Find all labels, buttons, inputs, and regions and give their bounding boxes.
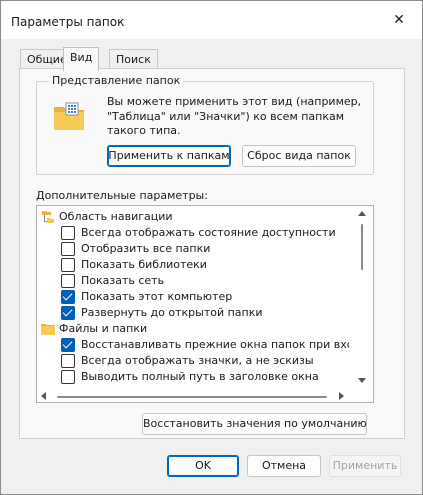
advanced-settings-label: Дополнительные параметры: bbox=[36, 189, 208, 202]
folder-options-dialog: Параметры папок ✕ Общие Вид Поиск Предст… bbox=[0, 0, 423, 495]
close-icon: ✕ bbox=[393, 12, 405, 28]
option-label: Всегда отображать значки, а не эскизы bbox=[81, 354, 314, 367]
checkbox-checked[interactable] bbox=[61, 290, 75, 304]
navigation-pane-icon bbox=[42, 211, 54, 223]
advanced-settings-tree[interactable]: Область навигации Всегда отображать сост… bbox=[36, 205, 374, 403]
folder-view-description: Вы можете применить этот вид (например, … bbox=[107, 95, 362, 137]
ok-button[interactable]: OK bbox=[167, 455, 239, 477]
view-tab-panel: Представление папок Вы можете применить … bbox=[19, 68, 405, 439]
tab-strip: Общие Вид Поиск bbox=[1, 41, 422, 71]
tree-group-navigation-pane[interactable]: Область навигации bbox=[37, 209, 349, 225]
checkbox[interactable] bbox=[61, 226, 75, 240]
folder-icon bbox=[41, 324, 55, 335]
vertical-scroll-thumb[interactable] bbox=[361, 224, 363, 270]
folder-view-group: Представление папок Вы можете применить … bbox=[36, 74, 374, 175]
option-label: Восстанавливать прежние окна папок при в… bbox=[81, 338, 349, 351]
checkbox-checked[interactable] bbox=[61, 306, 75, 320]
tree-option-show-libraries[interactable]: Показать библиотеки bbox=[37, 257, 349, 273]
option-label: Показать библиотеки bbox=[81, 258, 207, 271]
option-label: Выводить полный путь в заголовке окна bbox=[81, 370, 319, 383]
tree-group-label: Файлы и папки bbox=[59, 322, 148, 335]
tree-option-show-network[interactable]: Показать сеть bbox=[37, 273, 349, 289]
window-title: Параметры папок bbox=[11, 15, 125, 29]
scroll-left-arrow-icon[interactable] bbox=[41, 392, 46, 400]
cancel-button[interactable]: Отмена bbox=[247, 455, 321, 477]
restore-defaults-button[interactable]: Восстановить значения по умолчанию bbox=[142, 413, 367, 435]
tree-group-files-and-folders[interactable]: Файлы и папки bbox=[37, 321, 349, 337]
tree-group-label: Область навигации bbox=[59, 210, 173, 223]
horizontal-scroll-thumb[interactable] bbox=[57, 396, 327, 398]
option-label: Показать сеть bbox=[81, 274, 165, 287]
checkbox[interactable] bbox=[61, 258, 75, 272]
folder-view-legend: Представление папок bbox=[49, 74, 184, 88]
tree-option-always-show-availability[interactable]: Всегда отображать состояние доступности bbox=[37, 225, 349, 241]
tree-option-show-this-pc[interactable]: Показать этот компьютер bbox=[37, 289, 349, 305]
tree-option-show-all-folders[interactable]: Отобразить все папки bbox=[37, 241, 349, 257]
checkbox[interactable] bbox=[61, 274, 75, 288]
reset-folders-button[interactable]: Сброс вида папок bbox=[242, 145, 356, 167]
advanced-settings-list: Область навигации Всегда отображать сост… bbox=[37, 206, 349, 389]
tab-search[interactable]: Поиск bbox=[109, 49, 158, 70]
checkbox[interactable] bbox=[61, 242, 75, 256]
option-label: Развернуть до открытой папки bbox=[81, 306, 263, 319]
checkbox-checked[interactable] bbox=[61, 338, 75, 352]
option-label: Отобразить все папки bbox=[81, 242, 211, 255]
scroll-right-arrow-icon[interactable] bbox=[339, 392, 344, 400]
horizontal-scrollbar[interactable] bbox=[37, 390, 373, 402]
tree-option-full-path-in-title[interactable]: Выводить полный путь в заголовке окна bbox=[37, 369, 349, 385]
tree-option-restore-previous-windows[interactable]: Восстанавливать прежние окна папок при в… bbox=[37, 337, 349, 353]
close-button[interactable]: ✕ bbox=[376, 1, 422, 39]
checkbox[interactable] bbox=[61, 354, 75, 368]
apply-to-folders-button[interactable]: Применить к папкам bbox=[107, 145, 231, 167]
option-label: Показать этот компьютер bbox=[81, 290, 233, 303]
apply-button[interactable]: Применить bbox=[329, 455, 401, 477]
vertical-scrollbar[interactable] bbox=[351, 206, 373, 389]
checkbox[interactable] bbox=[61, 370, 75, 384]
tree-option-always-show-icons[interactable]: Всегда отображать значки, а не эскизы bbox=[37, 353, 349, 369]
scroll-down-arrow-icon[interactable] bbox=[358, 378, 366, 383]
scroll-up-arrow-icon[interactable] bbox=[358, 211, 366, 216]
folder-view-icon bbox=[54, 102, 84, 130]
tab-view[interactable]: Вид bbox=[63, 47, 100, 71]
title-bar: Параметры папок ✕ bbox=[1, 1, 422, 39]
tree-option-expand-to-open-folder[interactable]: Развернуть до открытой папки bbox=[37, 305, 349, 321]
option-label: Всегда отображать состояние доступности bbox=[81, 226, 336, 239]
